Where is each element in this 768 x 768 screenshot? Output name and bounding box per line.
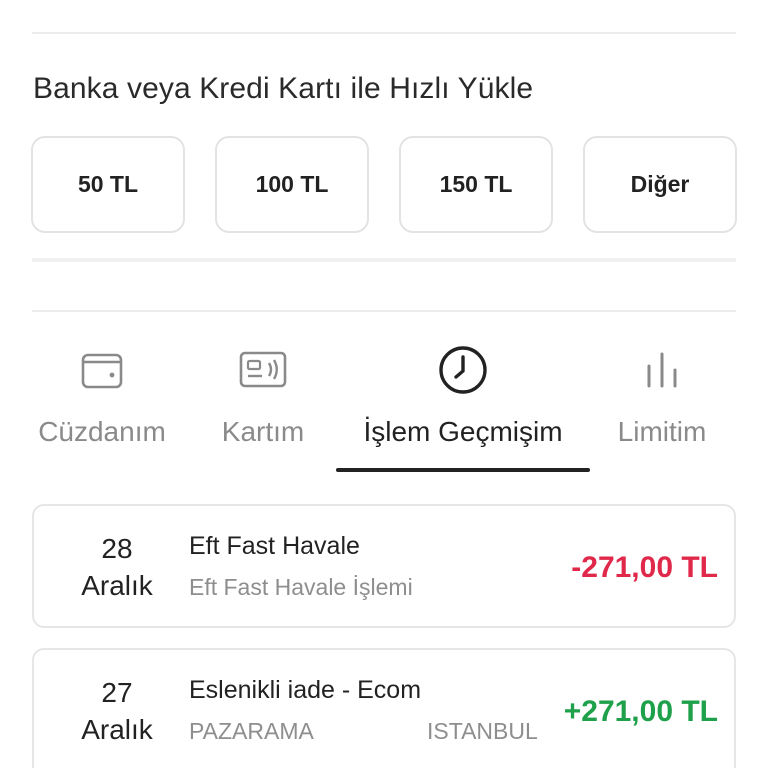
transaction-card[interactable]: 27 Aralık Eslenikli iade - Ecom PAZARAMA…: [32, 648, 736, 768]
transaction-card[interactable]: 28 Aralık Eft Fast Havale Eft Fast Haval…: [32, 504, 736, 628]
quick-load-amounts: 50 TL 100 TL 150 TL Diğer: [31, 136, 737, 233]
tab-wallet-label: Cüzdanım: [38, 416, 166, 447]
transaction-merchant: PAZARAMA: [189, 718, 314, 744]
section-divider: [32, 258, 736, 262]
transaction-subtitle: Eft Fast Havale İşlemi: [189, 574, 413, 600]
quick-load-title: Banka veya Kredi Kartı ile Hızlı Yükle: [33, 72, 534, 105]
transaction-amount: +271,00 TL: [563, 695, 718, 728]
amount-150-button[interactable]: 150 TL: [399, 136, 553, 233]
amount-100-button[interactable]: 100 TL: [215, 136, 369, 233]
transaction-day: 27: [101, 677, 133, 708]
transaction-day: 28: [101, 533, 133, 564]
wallet-screen: Banka veya Kredi Kartı ile Hızlı Yükle 5…: [0, 0, 768, 768]
amount-50-button[interactable]: 50 TL: [31, 136, 185, 233]
transaction-month: Aralık: [81, 714, 153, 745]
tab-bar: Cüzdanım Kartım İşlem Geçmişim Limitim: [0, 340, 768, 480]
tab-card-label: Kartım: [221, 416, 305, 447]
bar-chart-icon: [632, 340, 692, 400]
top-divider: [32, 32, 736, 34]
active-tab-indicator: [336, 468, 590, 472]
tab-card[interactable]: Kartım: [215, 340, 311, 448]
transaction-title: Eslenikli iade - Ecom: [189, 676, 422, 704]
tab-transaction-history[interactable]: İşlem Geçmişim: [358, 340, 568, 448]
transaction-date: 28 Aralık: [74, 530, 160, 604]
transaction-date: 27 Aralık: [74, 674, 160, 748]
transaction-city: ISTANBUL: [427, 718, 538, 744]
wallet-icon: [72, 340, 132, 400]
tabs-top-divider: [32, 310, 736, 312]
tab-limit-label: Limitim: [617, 416, 707, 447]
tab-transaction-history-label: İşlem Geçmişim: [363, 416, 563, 447]
transaction-month: Aralık: [81, 570, 153, 601]
tab-wallet[interactable]: Cüzdanım: [38, 340, 166, 448]
contactless-card-icon: [233, 340, 293, 400]
clock-icon: [433, 340, 493, 400]
tab-limit[interactable]: Limitim: [613, 340, 711, 448]
transaction-title: Eft Fast Havale: [189, 532, 360, 560]
transaction-amount: -271,00 TL: [571, 551, 718, 584]
amount-other-button[interactable]: Diğer: [583, 136, 737, 233]
